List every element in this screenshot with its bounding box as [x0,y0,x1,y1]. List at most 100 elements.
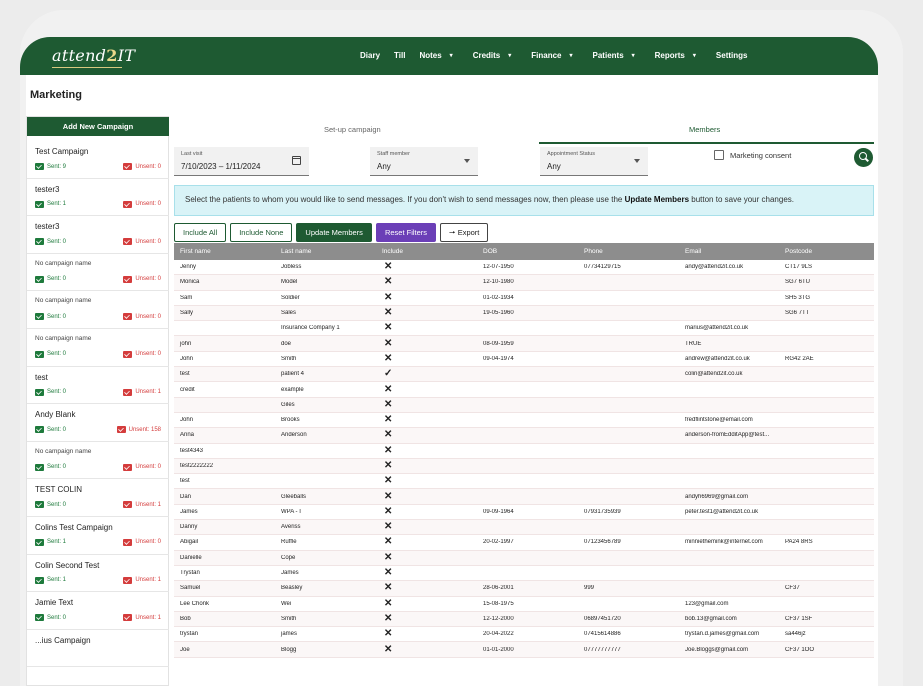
table-row[interactable]: Samuel Beasley ✕ 28-06-2001 999 CF37 [174,581,874,597]
campaign-item[interactable]: Jamie Text Sent: 0 Unsent: 1 [27,592,169,630]
update-members-button[interactable]: Update Members [296,223,372,242]
table-row[interactable]: test patient 4 ✓ colin@attend2it.co.uk [174,367,874,383]
include-cross-icon[interactable]: ✕ [376,537,477,547]
nav-item-notes[interactable]: Notes ▾ [419,51,458,60]
search-button[interactable] [854,148,873,167]
table-row[interactable]: credit example ✕ [174,382,874,398]
table-row[interactable]: Sally Sales ✕ 19-05-1960 SG6 7TT [174,305,874,322]
column-header[interactable]: First name [174,248,275,255]
include-check-icon[interactable]: ✓ [376,369,477,379]
column-header[interactable]: Email [679,248,779,255]
include-cross-icon[interactable]: ✕ [376,553,477,563]
table-row[interactable]: Joe Blogg ✕ 01-01-2000 07777777777 Joe.Bloggs… [174,642,874,658]
column-header[interactable]: Postcode [779,248,874,255]
column-header[interactable]: Phone [578,248,679,255]
table-row[interactable]: john doe ✕ 08-09-1959 TRUE [174,336,874,352]
campaign-item[interactable]: TEST COLIN Sent: 0 Unsent: 1 [27,479,169,517]
campaign-item[interactable]: No campaign name Sent: 0 Unsent: 0 [27,254,169,292]
column-header[interactable]: Last name [275,248,376,255]
campaign-item[interactable]: Test Campaign Sent: 9 Unsent: 0 [27,141,169,179]
table-row[interactable]: John Brooks ✕ fredflintstone@email.com [174,412,874,429]
table-row[interactable]: Lee Chonk Wei ✕ 15-08-1975 123@gmail.com [174,596,874,612]
sent-count: Sent: 0 [35,501,66,509]
include-cross-icon[interactable]: ✕ [376,614,477,624]
table-row[interactable]: test ✕ [174,474,874,490]
last-visit-date-range[interactable]: Last visit 7/10/2023 – 1/11/2024 [174,147,309,176]
campaign-name: No campaign name [35,297,92,305]
include-cross-icon[interactable]: ✕ [376,461,477,471]
table-row[interactable]: John Smith ✕ 09-04-1974 andrew@attend2it.co.… [174,351,874,368]
table-row[interactable]: Dan Gleeballs ✕ andyh6969@gmail.com [174,489,874,505]
column-header[interactable]: DOB [477,248,578,255]
include-cross-icon[interactable]: ✕ [376,354,477,364]
include-cross-icon[interactable]: ✕ [376,323,477,333]
column-header[interactable]: Include [376,248,477,255]
include-cross-icon[interactable]: ✕ [376,308,477,318]
table-row[interactable]: Anna Anderson ✕ anderson-fromEdditApp@test.… [174,428,874,444]
nav-item-diary[interactable]: Diary [360,51,380,60]
include-cross-icon[interactable]: ✕ [376,476,477,486]
nav-item-reports[interactable]: Reports ▾ [655,51,702,60]
table-row[interactable]: Sam Soldier ✕ 01-02-1934 SH5 3TG [174,290,874,306]
include-cross-icon[interactable]: ✕ [376,400,477,410]
table-row[interactable]: test4343 ✕ [174,443,874,459]
table-row[interactable]: Danny Averiss ✕ [174,520,874,536]
table-row[interactable]: Danielle Cope ✕ [174,550,874,566]
include-cross-icon[interactable]: ✕ [376,492,477,502]
add-new-campaign-button[interactable]: Add New Campaign [27,117,169,136]
include-cross-icon[interactable]: ✕ [376,446,477,456]
include-cross-icon[interactable]: ✕ [376,645,477,655]
table-cell: Jenny [180,264,197,271]
campaign-item[interactable]: Colins Test Campaign Sent: 1 Unsent: 0 [27,517,169,555]
table-row[interactable]: Bob Smith ✕ 12-12-2000 06897451720 bob.13@gma… [174,611,874,628]
include-cross-icon[interactable]: ✕ [376,339,477,349]
include-cross-icon[interactable]: ✕ [376,293,477,303]
calendar-icon[interactable] [292,156,301,165]
include-cross-icon[interactable]: ✕ [376,507,477,517]
include-cross-icon[interactable]: ✕ [376,430,477,440]
nav-item-patients[interactable]: Patients ▾ [593,51,641,60]
include-cross-icon[interactable]: ✕ [376,385,477,395]
nav-item-till[interactable]: Till [394,51,405,60]
include-all-button[interactable]: Include All [174,223,227,242]
campaign-item[interactable]: tester3 Sent: 0 Unsent: 0 [27,216,169,254]
table-row[interactable]: Monica Model ✕ 12-10-1980 SG7 6TU [174,275,874,291]
campaign-item[interactable]: No campaign name Sent: 0 Unsent: 0 [27,442,169,480]
campaign-item[interactable]: test Sent: 0 Unsent: 1 [27,367,169,405]
staff-member-select[interactable]: Staff member Any [370,147,478,176]
campaign-item[interactable]: Andy Blank Sent: 0 Unsent: 158 [27,404,169,442]
include-cross-icon[interactable]: ✕ [376,277,477,287]
table-cell: 12-12-2000 [483,615,514,622]
app-logo[interactable]: attend2IT [52,46,135,68]
marketing-consent-checkbox[interactable] [714,150,724,160]
include-cross-icon[interactable]: ✕ [376,629,477,639]
campaign-item[interactable]: No campaign name Sent: 0 Unsent: 0 [27,329,169,367]
nav-item-settings[interactable]: Settings [716,51,748,60]
table-row[interactable]: Jenny Jobless ✕ 12-07-1950 07734129715 andy@a… [174,260,874,276]
include-cross-icon[interactable]: ✕ [376,568,477,578]
table-row[interactable]: Trystan James ✕ [174,565,874,582]
reset-filters-button[interactable]: Reset Filters [375,223,437,242]
tab-members[interactable]: Members [689,125,720,134]
include-cross-icon[interactable]: ✕ [376,583,477,593]
tab-setup-campaign[interactable]: Set-up campaign [324,125,381,134]
table-row[interactable]: Giles ✕ [174,397,874,413]
include-cross-icon[interactable]: ✕ [376,522,477,532]
nav-item-finance[interactable]: Finance ▾ [531,51,578,60]
table-row[interactable]: trystan james ✕ 20-04-2022 07415614886 trysta… [174,627,874,643]
export-button[interactable]: 🠖 Export [440,223,489,242]
campaign-item[interactable]: tester3 Sent: 1 Unsent: 0 [27,179,169,217]
table-row[interactable]: Abigail Ruffle ✕ 20-02-1997 07123456789 minni… [174,535,874,551]
table-row[interactable]: Insurance Company 1 ✕ marius@attend2it.co.… [174,321,874,337]
include-cross-icon[interactable]: ✕ [376,262,477,272]
include-none-button[interactable]: Include None [230,223,293,242]
campaign-item[interactable]: ...ius Campaign [27,630,169,668]
campaign-item[interactable]: No campaign name Sent: 0 Unsent: 0 [27,291,169,329]
appointment-status-select[interactable]: Appointment Status Any [540,147,648,176]
table-row[interactable]: test2222222 ✕ [174,458,874,475]
include-cross-icon[interactable]: ✕ [376,599,477,609]
table-row[interactable]: James WPA - I ✕ 09-09-1964 07931735939 peter.… [174,504,874,521]
campaign-item[interactable]: Colin Second Test Sent: 1 Unsent: 1 [27,555,169,593]
nav-item-credits[interactable]: Credits ▾ [473,51,518,60]
include-cross-icon[interactable]: ✕ [376,415,477,425]
